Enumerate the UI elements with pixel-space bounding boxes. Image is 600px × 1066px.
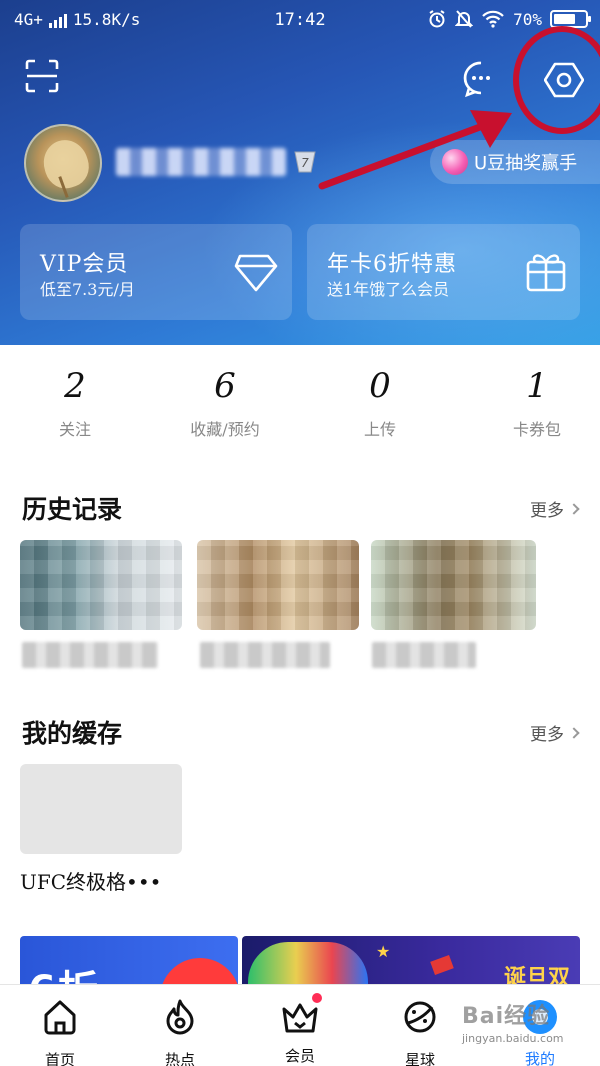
- cache-more-link[interactable]: 更多: [530, 720, 580, 745]
- tab-home[interactable]: 首页: [0, 997, 120, 1066]
- level-number: 7: [301, 156, 309, 170]
- promo-card-title: 年卡6折特惠: [327, 252, 457, 277]
- promo-card-subtitle: 送1年饿了么会员: [327, 280, 450, 299]
- scan-icon[interactable]: [24, 58, 60, 94]
- battery-icon: [550, 10, 591, 28]
- flame-icon: [166, 999, 194, 1035]
- history-thumbnail[interactable]: [197, 540, 359, 630]
- tab-label: 会员: [284, 1047, 315, 1065]
- avatar-leaf: [37, 134, 95, 194]
- cache-title: 我的缓存: [22, 719, 123, 748]
- stat-label: 关注: [58, 420, 91, 439]
- promo-banner-left[interactable]: 6折: [20, 936, 238, 984]
- lottery-label: U豆抽奖赢手: [474, 153, 578, 174]
- notification-dot: [312, 993, 322, 1003]
- more-label: 更多: [530, 501, 564, 521]
- mute-icon: [455, 10, 474, 28]
- stat-label: 上传: [363, 420, 396, 439]
- tab-hot[interactable]: 热点: [120, 997, 240, 1066]
- avatar[interactable]: [24, 124, 102, 202]
- battery-percent: 70%: [513, 9, 542, 29]
- alarm-icon: [429, 10, 445, 28]
- promo-banner-right[interactable]: ★ 诞旦双: [242, 936, 580, 984]
- stat-value: 1: [526, 366, 548, 406]
- history-thumbnail[interactable]: [371, 540, 536, 630]
- u-coin-icon: [442, 149, 468, 175]
- crown-icon-wrap: [280, 993, 322, 1037]
- watermark-brand: Bai经验: [462, 1004, 551, 1029]
- banner-art: [248, 942, 368, 984]
- stat-value: 2: [64, 366, 86, 406]
- history-title: 历史记录: [22, 495, 123, 524]
- tab-label: 星球: [404, 1051, 435, 1066]
- more-label: 更多: [530, 725, 564, 745]
- vip-card-subtitle: 低至7.3元/月: [40, 280, 135, 299]
- history-more-link[interactable]: 更多: [530, 496, 580, 521]
- star-icon: ★: [376, 942, 391, 961]
- vip-card-title: VIP会员: [40, 252, 129, 277]
- banner-text: 诞旦双: [503, 965, 570, 984]
- stat-favorites[interactable]: 6 收藏/预约: [150, 360, 300, 440]
- tab-label: 首页: [44, 1051, 75, 1066]
- message-icon[interactable]: [462, 60, 500, 98]
- watermark-domain: jingyan.baidu.com: [462, 1032, 564, 1045]
- stat-value: 6: [214, 366, 236, 406]
- tab-vip[interactable]: 会员: [240, 993, 360, 1066]
- level-badge: 7: [294, 151, 316, 173]
- status-right: 70%: [427, 9, 591, 29]
- diamond-icon: [234, 254, 278, 292]
- chevron-right-icon: [568, 502, 580, 515]
- planet-icon: [404, 1001, 436, 1033]
- history-thumbnail[interactable]: [20, 540, 182, 630]
- annual-card-promo[interactable]: 年卡6折特惠 送1年饿了么会员: [307, 224, 580, 320]
- home-icon: [44, 1000, 76, 1035]
- settings-icon[interactable]: [544, 60, 584, 100]
- watermark: Bai经验 jingyan.baidu.com: [462, 998, 564, 1045]
- lottery-button[interactable]: U豆抽奖赢手: [430, 140, 600, 184]
- vip-member-card[interactable]: VIP会员 低至7.3元/月: [20, 224, 292, 320]
- history-caption: [200, 642, 330, 668]
- stat-label: 收藏/预约: [190, 420, 260, 439]
- stat-label: 卡券包: [512, 420, 561, 439]
- tab-label: 热点: [164, 1051, 195, 1066]
- gift-icon: [526, 254, 566, 292]
- red-envelope-icon: [430, 955, 454, 975]
- cache-thumbnail[interactable]: [20, 764, 182, 854]
- history-caption: 你: [372, 642, 476, 668]
- header: 4G+ 15.8K/s 17:42 70% 7 U豆抽奖赢手 VIP会员 低至7…: [0, 0, 600, 345]
- banner-decoration: [160, 958, 238, 984]
- wifi-icon: [482, 10, 504, 28]
- banner-text: 6折: [28, 958, 100, 984]
- battery-fill: [554, 14, 575, 24]
- cache-item-title[interactable]: UFC终极格•••: [20, 866, 161, 895]
- stats-row: 2 关注 6 收藏/预约 0 上传 1 卡券包: [0, 360, 600, 450]
- chevron-right-icon: [568, 726, 580, 739]
- stat-coupons[interactable]: 1 卡券包: [462, 360, 600, 440]
- stat-following[interactable]: 2 关注: [0, 360, 150, 440]
- tab-label: 我的: [524, 1050, 555, 1066]
- status-bar: 4G+ 15.8K/s 17:42 70%: [0, 0, 600, 40]
- username[interactable]: [116, 148, 286, 176]
- stat-value: 0: [369, 366, 391, 406]
- history-caption: 鹤: [22, 642, 158, 668]
- crown-icon: [282, 1003, 318, 1033]
- stat-uploads[interactable]: 0 上传: [305, 360, 455, 440]
